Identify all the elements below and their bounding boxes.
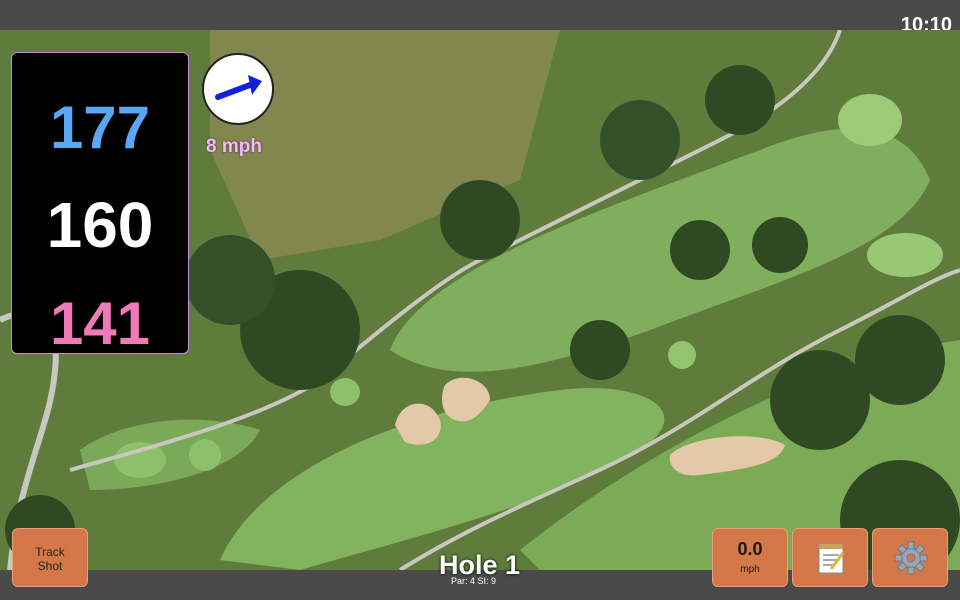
wind-unit: mph [740,564,760,575]
arrow-icon [215,75,262,100]
notepad-icon [818,543,845,574]
notes-button[interactable] [792,528,868,587]
distance-panel: 177 160 141 [11,52,189,357]
gear-icon [894,541,928,575]
distance-middle: 160 [46,189,154,261]
wind-direction-indicator [202,53,274,125]
wind-speed: 8 mph [206,136,262,157]
distance-front: 141 [49,290,151,357]
track-shot-label: Track Shot [35,545,65,573]
wind-speed-button[interactable]: 0.0 mph [712,528,788,587]
top-status-bar: 10:10 [0,0,960,36]
settings-button[interactable] [872,528,948,587]
hole-par-si: Par: 4 SI: 9 [451,576,497,586]
distance-back: 177 [49,94,151,161]
course-map[interactable]: 177 160 141 8 mph [0,30,960,570]
wind-value: 0.0 [737,539,763,559]
track-shot-button[interactable]: Track Shot [12,528,88,587]
